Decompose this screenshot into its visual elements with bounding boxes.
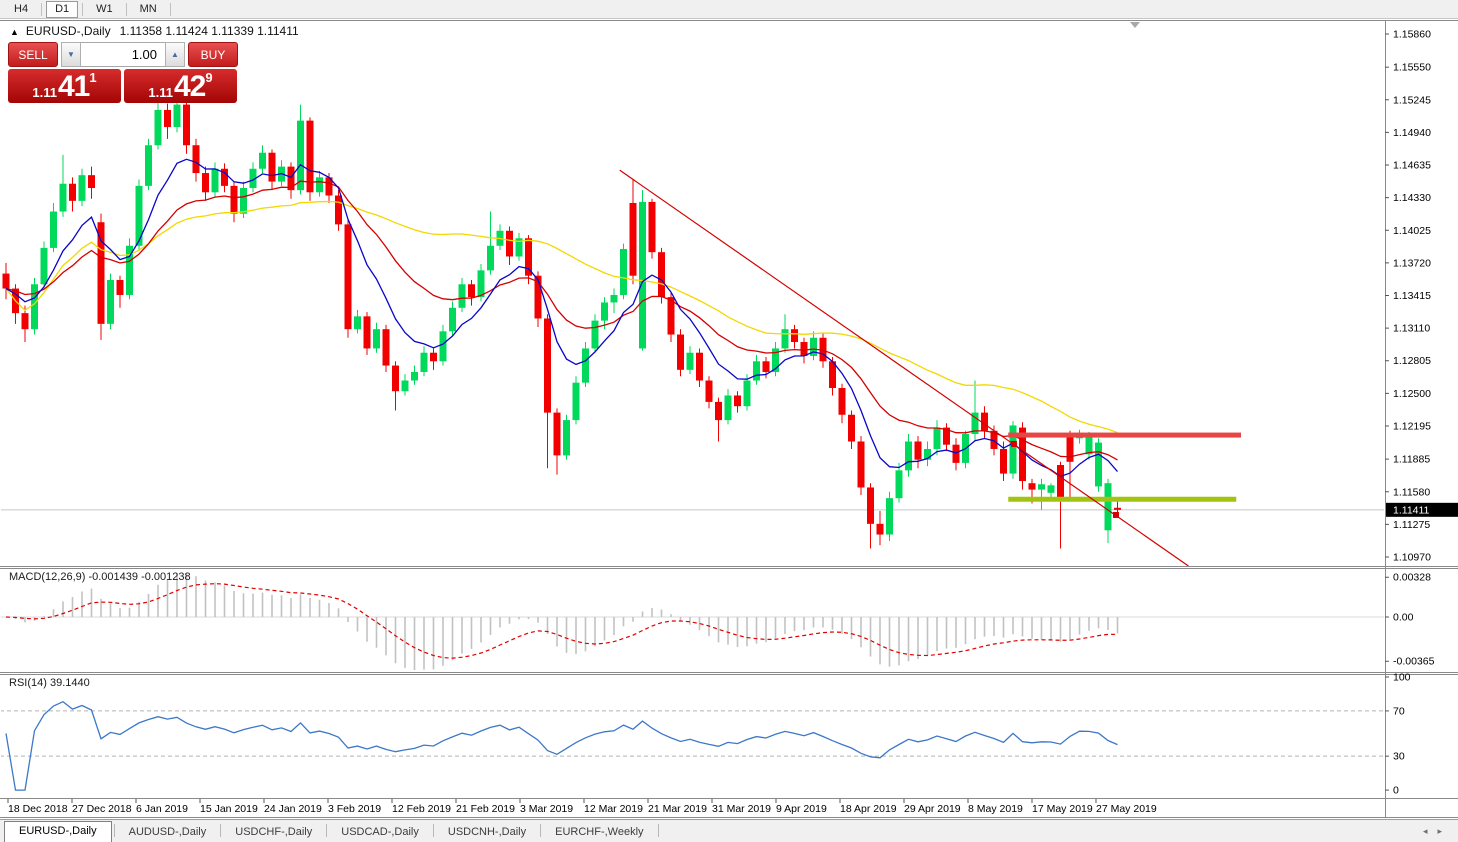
- svg-text:1.14635: 1.14635: [1393, 160, 1431, 172]
- svg-text:8 May 2019: 8 May 2019: [968, 803, 1023, 815]
- tab-separator: [540, 824, 541, 837]
- svg-text:-0.00365: -0.00365: [1393, 656, 1435, 668]
- toolbar-separator: [82, 3, 83, 16]
- svg-text:29 Apr 2019: 29 Apr 2019: [904, 803, 961, 815]
- chart-tab-eurusd-daily[interactable]: EURUSD-,Daily: [4, 821, 112, 842]
- svg-text:1.11275: 1.11275: [1393, 519, 1430, 531]
- timeframe-button-w1[interactable]: W1: [87, 1, 122, 18]
- svg-text:27 May 2019: 27 May 2019: [1096, 803, 1157, 815]
- svg-text:27 Dec 2018: 27 Dec 2018: [72, 803, 132, 815]
- svg-text:6 Jan 2019: 6 Jan 2019: [136, 803, 188, 815]
- chart-tabbar: EURUSD-,Daily AUDUSD-,DailyUSDCHF-,Daily U…: [0, 819, 1458, 842]
- current-price-badge: 1.11411: [1393, 504, 1430, 516]
- svg-text:3 Feb 2019: 3 Feb 2019: [328, 803, 381, 815]
- svg-text:31 Mar 2019: 31 Mar 2019: [712, 803, 771, 815]
- svg-text:15 Jan 2019: 15 Jan 2019: [200, 803, 258, 815]
- tab-separator: [220, 824, 221, 837]
- tab-scroll-arrows[interactable]: ◂▸: [1423, 826, 1452, 837]
- buy-button[interactable]: BUY: [188, 42, 238, 67]
- svg-text:1.13110: 1.13110: [1393, 323, 1430, 335]
- svg-text:24 Jan 2019: 24 Jan 2019: [264, 803, 322, 815]
- sell-button[interactable]: SELL: [8, 42, 58, 67]
- svg-text:1.14940: 1.14940: [1393, 127, 1431, 139]
- chart-tab-usdcad-daily[interactable]: USDCAD-,Daily: [329, 823, 431, 842]
- svg-text:21 Feb 2019: 21 Feb 2019: [456, 803, 515, 815]
- timeframe-button-h4[interactable]: H4: [5, 1, 37, 18]
- svg-text:3 Mar 2019: 3 Mar 2019: [520, 803, 573, 815]
- sell-price-prefix: 1.11: [32, 85, 57, 100]
- timeframe-button-d1[interactable]: D1: [46, 1, 78, 18]
- timeframe-button-mn[interactable]: MN: [131, 1, 166, 18]
- mt4-window: H4D1W1MN 1.158601.155501.152451.149401.1…: [0, 0, 1458, 842]
- svg-text:12 Feb 2019: 12 Feb 2019: [392, 803, 451, 815]
- svg-text:0.00: 0.00: [1393, 612, 1414, 624]
- chart-ohlc-values: 1.11358 1.11424 1.11339 1.11411: [120, 24, 299, 38]
- chart-symbol-label: EURUSD-,Daily: [26, 24, 111, 38]
- svg-text:1.15245: 1.15245: [1393, 94, 1431, 106]
- toolbar-separator: [170, 3, 171, 16]
- volume-increase-button[interactable]: ▲: [165, 42, 185, 67]
- svg-text:1.14330: 1.14330: [1393, 192, 1431, 204]
- svg-text:1.11885: 1.11885: [1393, 454, 1430, 466]
- toolbar-separator: [41, 3, 42, 16]
- tab-separator: [326, 824, 327, 837]
- svg-text:21 Mar 2019: 21 Mar 2019: [648, 803, 707, 815]
- chart-tab-usdchf-daily[interactable]: USDCHF-,Daily: [223, 823, 324, 842]
- tab-separator: [114, 824, 115, 837]
- buy-price-prefix: 1.11: [148, 85, 173, 100]
- svg-text:1.15860: 1.15860: [1393, 29, 1431, 41]
- svg-text:9 Apr 2019: 9 Apr 2019: [776, 803, 827, 815]
- svg-text:0: 0: [1393, 785, 1399, 797]
- buy-price-panel[interactable]: 1.11 42 9: [124, 69, 237, 103]
- sell-price-pip-digit: 1: [89, 71, 96, 84]
- chart-title: ▲ EURUSD-,Daily 1.11358 1.11424 1.11339 1.…: [10, 24, 299, 38]
- svg-text:1.14025: 1.14025: [1393, 225, 1431, 237]
- svg-text:1.10970: 1.10970: [1393, 551, 1431, 563]
- svg-text:1.11580: 1.11580: [1393, 486, 1430, 498]
- svg-text:18 Apr 2019: 18 Apr 2019: [840, 803, 897, 815]
- one-click-trading-panel: SELL ▼ ▲ BUY 1.11 41 1 1.11 42 9: [8, 42, 238, 103]
- chart-canvas[interactable]: 1.15860 1.15550 1.15245 1.14940 1.14635 1.143…: [0, 0, 1458, 842]
- svg-text:1.12500: 1.12500: [1393, 388, 1431, 400]
- sell-price-panel[interactable]: 1.11 41 1: [8, 69, 121, 103]
- svg-text:0.00328: 0.00328: [1393, 572, 1431, 584]
- svg-text:100: 100: [1393, 672, 1411, 684]
- chart-tab-audusd-daily[interactable]: AUDUSD-,Daily: [117, 823, 219, 842]
- svg-text:1.12195: 1.12195: [1393, 420, 1431, 432]
- tab-separator: [433, 824, 434, 837]
- timeframe-toolbar: H4 D1 W1 MN: [0, 0, 1458, 19]
- macd-label: MACD(12,26,9) -0.001439 -0.001238: [9, 571, 191, 583]
- toolbar-separator: [126, 3, 127, 16]
- tab-separator: [658, 824, 659, 837]
- chart-tab-eurchf-weekly[interactable]: EURCHF-,Weekly: [543, 823, 655, 842]
- chart-tab-usdcnh-daily[interactable]: USDCNH-,Daily: [436, 823, 538, 842]
- svg-text:12 Mar 2019: 12 Mar 2019: [584, 803, 643, 815]
- svg-text:18 Dec 2018: 18 Dec 2018: [8, 803, 68, 815]
- svg-text:1.15550: 1.15550: [1393, 62, 1431, 74]
- buy-price-pip-digit: 9: [205, 71, 212, 84]
- volume-input[interactable]: [81, 42, 165, 67]
- svg-text:1.12805: 1.12805: [1393, 355, 1431, 367]
- svg-text:17 May 2019: 17 May 2019: [1032, 803, 1093, 815]
- sell-price-big-digits: 41: [58, 73, 89, 100]
- rsi-label: RSI(14) 39.1440: [9, 677, 90, 689]
- svg-text:1.13415: 1.13415: [1393, 290, 1431, 302]
- buy-price-big-digits: 42: [174, 73, 205, 100]
- svg-text:1.13720: 1.13720: [1393, 257, 1431, 269]
- svg-text:70: 70: [1393, 705, 1405, 717]
- volume-decrease-button[interactable]: ▼: [61, 42, 81, 67]
- one-click-collapse-icon[interactable]: ▲: [10, 27, 19, 37]
- svg-text:30: 30: [1393, 751, 1405, 763]
